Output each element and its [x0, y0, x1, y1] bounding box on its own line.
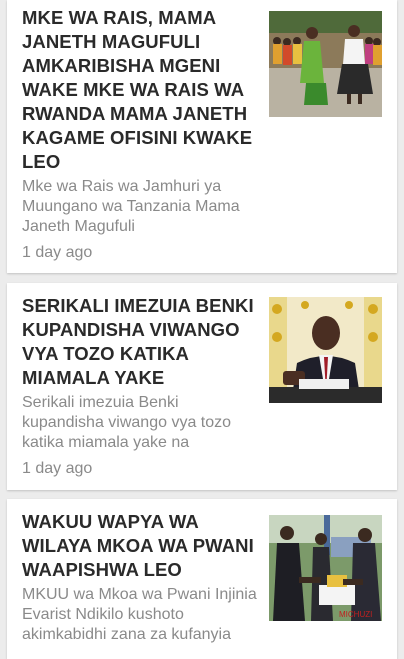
swearing-in-ceremony-photo: MICHUZI — [269, 515, 382, 621]
news-thumbnail[interactable] — [269, 11, 382, 117]
news-thumbnail[interactable]: MICHUZI — [269, 515, 382, 621]
official-speaking-at-podium-photo — [269, 297, 382, 403]
news-title[interactable]: SERIKALI IMEZUIA BENKI KUPANDISHA VIWANG… — [22, 294, 258, 390]
news-card[interactable]: MKE WA RAIS, MAMA JANETH MAGUFULI AMKARI… — [7, 0, 397, 273]
news-time: 1 day ago — [22, 460, 93, 477]
news-excerpt: MKUU wa Mkoa wa Pwani Injinia Evarist Nd… — [22, 586, 257, 643]
news-excerpt: Mke wa Rais wa Jamhuri ya Muungano wa Ta… — [22, 178, 240, 235]
news-card[interactable]: WAKUU WAPYA WA WILAYA MKOA WA PWANI WAAP… — [7, 499, 397, 659]
two-women-walking-photo — [269, 11, 382, 117]
news-card-text: MKE WA RAIS, MAMA JANETH MAGUFULI AMKARI… — [22, 6, 258, 263]
news-excerpt: Serikali imezuia Benki kupandisha viwang… — [22, 394, 232, 451]
svg-text:MICHUZI: MICHUZI — [339, 610, 372, 619]
news-feed: MKE WA RAIS, MAMA JANETH MAGUFULI AMKARI… — [0, 0, 404, 659]
news-thumbnail[interactable] — [269, 297, 382, 403]
news-card[interactable]: SERIKALI IMEZUIA BENKI KUPANDISHA VIWANG… — [7, 283, 397, 490]
news-card-text: SERIKALI IMEZUIA BENKI KUPANDISHA VIWANG… — [22, 294, 258, 479]
news-time: 1 day ago — [22, 244, 93, 261]
news-title[interactable]: MKE WA RAIS, MAMA JANETH MAGUFULI AMKARI… — [22, 6, 258, 174]
news-title[interactable]: WAKUU WAPYA WA WILAYA MKOA WA PWANI WAAP… — [22, 510, 258, 582]
news-card-text: WAKUU WAPYA WA WILAYA MKOA WA PWANI WAAP… — [22, 510, 258, 645]
